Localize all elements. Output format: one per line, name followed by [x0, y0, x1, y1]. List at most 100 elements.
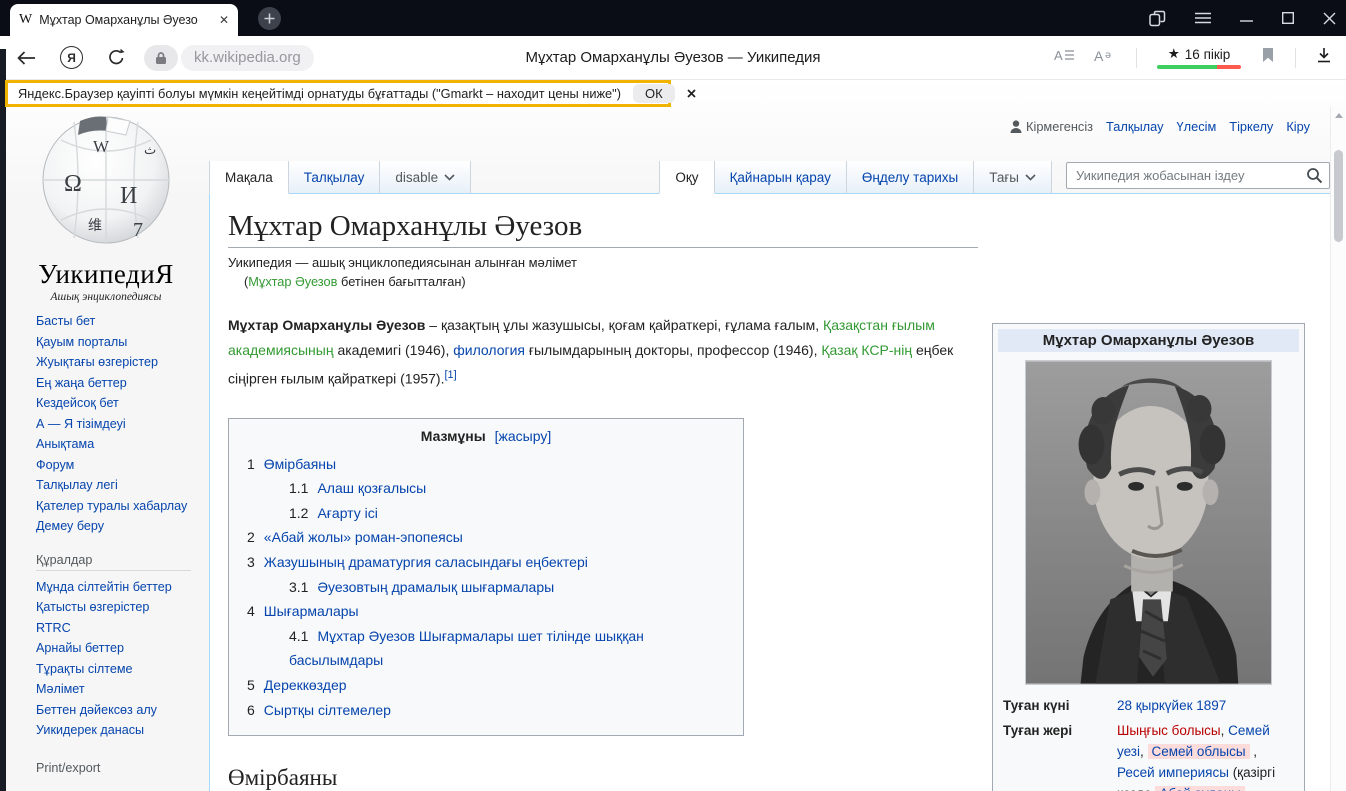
- section-heading: Өмірбаяны: [228, 765, 978, 791]
- close-window-icon[interactable]: [1323, 12, 1336, 25]
- tab-read[interactable]: Оқу: [659, 161, 714, 194]
- sidebar-nav-item: Форум: [36, 455, 204, 476]
- toc-item[interactable]: 2«Абай жолы» роман-эпопеясы: [247, 525, 725, 550]
- tab-history[interactable]: Өңделу тарихы: [847, 161, 974, 193]
- svg-text:A: A: [1094, 48, 1104, 64]
- menu-icon[interactable]: [1195, 12, 1211, 24]
- minimize-icon[interactable]: [1240, 12, 1253, 25]
- redirect-note: (Мұхтар Әуезов бетінен бағытталған): [228, 274, 978, 289]
- reader-mode-icon[interactable]: A: [1054, 47, 1074, 68]
- sidebar-tools-item: Беттен дәйексөз алу: [36, 700, 204, 721]
- sidebar: Басты бетҚауым порталыЖуықтағы өзгерісте…: [36, 311, 204, 784]
- sidebar-nav-item: Ең жаңа беттер: [36, 373, 204, 394]
- rating-count: 16 пікір: [1185, 47, 1231, 62]
- sidebar-tools-item: RTRC: [36, 618, 204, 639]
- toc-item[interactable]: 5Дереккөздер: [247, 673, 725, 698]
- sidebar-tools-list: Мұнда сілтейтін беттерҚатысты өзгерістер…: [36, 577, 204, 741]
- infobox-row-label: Туған жері: [1003, 720, 1107, 791]
- search-icon[interactable]: [1306, 167, 1323, 189]
- back-icon[interactable]: [16, 50, 36, 66]
- rating-bar: [1157, 65, 1241, 69]
- svg-text:ث: ث: [144, 142, 156, 157]
- maximize-icon[interactable]: [1282, 12, 1294, 24]
- scrollbar-up-icon[interactable]: [1331, 107, 1346, 124]
- sidebar-tools-item: Мұнда сілтейтін беттер: [36, 577, 204, 598]
- downloads-icon[interactable]: [1316, 47, 1332, 69]
- sidebar-nav-item: Қателер туралы хабарлау: [36, 496, 204, 517]
- refresh-icon[interactable]: [107, 48, 126, 67]
- infobox-row-value: Шыңғыс болысы, Семей уезі, Семей облысы …: [1117, 720, 1294, 791]
- chevron-down-icon: [1025, 174, 1036, 181]
- browser-tab-title: Мұхтар Омарханұлы Әуезо: [39, 13, 212, 27]
- search-input[interactable]: [1066, 162, 1330, 189]
- notification-text: Яндекс.Браузер қауіпті болуы мүмкін кеңе…: [18, 86, 621, 101]
- personal-nav-link[interactable]: Тіркелу: [1229, 119, 1273, 134]
- toc-item[interactable]: 1Өмірбаяны: [247, 452, 725, 477]
- sidebar-tools-item: Тұрақты сілтеме: [36, 659, 204, 680]
- sidebar-nav-item: Басты бет: [36, 311, 204, 332]
- sidebar-nav-item: А — Я тізімдеуі: [36, 414, 204, 435]
- site-subtitle: Уикипедия — ашық энциклопедиясынан алынғ…: [228, 255, 978, 270]
- article-title: Мұхтар Омарханұлы Әуезов: [228, 209, 978, 248]
- sidebar-nav-list: Басты бетҚауым порталыЖуықтағы өзгерісте…: [36, 311, 204, 537]
- scrollbar-thumb[interactable]: [1334, 150, 1343, 242]
- logo-tagline: Ашық энциклопедиясы: [28, 291, 184, 303]
- page-title-center: Мұхтар Омарханұлы Әуезов — Уикипедия: [525, 49, 820, 66]
- tab-more-menu[interactable]: Тағы: [974, 161, 1052, 193]
- tab-close-icon[interactable]: ✕: [219, 14, 229, 26]
- address-bar[interactable]: kk.wikipedia.org: [181, 45, 314, 71]
- article-tabs-row: Мақала Талқылау disable Оқу Қайнарын қар…: [209, 161, 1330, 194]
- personal-nav: Кірмегенсіз Талқылау Үлесім Тіркелу Кіру: [1010, 119, 1310, 134]
- portrait-photo[interactable]: [1025, 360, 1272, 685]
- personal-nav-links: Талқылау Үлесім Тіркелу Кіру: [1106, 119, 1310, 134]
- personal-nav-link[interactable]: Үлесім: [1177, 119, 1217, 134]
- sidebar-print-heading: Print/export: [36, 761, 191, 778]
- wikipedia-logo[interactable]: W Ω И 7 维 ث УикипедиЯ Ашық энциклопедияс…: [28, 108, 184, 303]
- toc-item[interactable]: 1.1Алаш қозғалысы: [247, 476, 725, 501]
- notification-ok-button[interactable]: ОК: [633, 84, 675, 103]
- tab-talk[interactable]: Талқылау: [289, 161, 381, 193]
- wikipedia-page: Кірмегенсіз Талқылау Үлесім Тіркелу Кіру W …: [0, 80, 1346, 791]
- tab-article[interactable]: Мақала: [209, 161, 289, 194]
- browser-tab[interactable]: W Мұхтар Омарханұлы Әуезо ✕: [10, 4, 238, 36]
- toc-item[interactable]: 4Шығармалары: [247, 599, 725, 624]
- new-tab-button[interactable]: [258, 7, 281, 30]
- yandex-icon[interactable]: Я: [60, 46, 83, 69]
- secure-badge[interactable]: [144, 45, 178, 71]
- toc-item[interactable]: 6Сыртқы сілтемелер: [247, 698, 725, 723]
- user-status: Кірмегенсіз: [1010, 119, 1093, 134]
- content-area: Мұхтар Омарханұлы Әуезов Уикипедия — ашы…: [209, 193, 1330, 791]
- side-panels-icon[interactable]: [1149, 10, 1166, 27]
- toc-item[interactable]: 3Жазушының драматургия саласындағы еңбек…: [247, 550, 725, 575]
- svg-text:W: W: [93, 137, 110, 156]
- toc-title: Мазмұны: [421, 428, 486, 444]
- toolbar-divider: [1295, 48, 1296, 68]
- sidebar-tools-item: Арнайы беттер: [36, 638, 204, 659]
- personal-nav-link[interactable]: Кіру: [1286, 119, 1310, 134]
- sidebar-tools-item: Уикидерек данасы: [36, 720, 204, 741]
- toc-list: 1Өмірбаяны 1.1Алаш қозғалысы 1.2Ағарту і…: [247, 452, 725, 723]
- browser-tab-bar: W Мұхтар Омарханұлы Әуезо ✕: [0, 0, 1346, 36]
- chevron-down-icon: [444, 174, 455, 181]
- lock-icon: [155, 51, 167, 65]
- infobox-row: Туған жері Шыңғыс болысы, Семей уезі, Се…: [1003, 720, 1294, 791]
- notification-close-icon[interactable]: [687, 85, 696, 103]
- toc-item[interactable]: 4.1Мұхтар Әуезов Шығармалары шет тілінде…: [247, 624, 725, 673]
- tab-disable-menu[interactable]: disable: [380, 161, 471, 193]
- svg-text:7: 7: [133, 219, 143, 241]
- svg-text:维: 维: [88, 218, 102, 234]
- personal-nav-link[interactable]: Талқылау: [1106, 119, 1163, 134]
- toc-hide-link[interactable]: [жасыру]: [495, 428, 552, 444]
- tab-view-source[interactable]: Қайнарын қарау: [715, 161, 847, 193]
- sidebar-tools-heading: Құралдар: [36, 553, 191, 571]
- svg-text:ә: ә: [1105, 50, 1111, 61]
- page-scrollbar[interactable]: [1330, 107, 1346, 791]
- infobox-row-value: 28 қыркүйек 1897: [1117, 695, 1294, 716]
- bookmark-icon[interactable]: [1261, 47, 1275, 68]
- translate-icon[interactable]: Aә: [1094, 47, 1116, 69]
- toc-item[interactable]: 1.2Ағарту ісі: [247, 501, 725, 526]
- lead-paragraph: Мұхтар Омарханұлы Әуезов – қазақтың ұлы …: [228, 313, 978, 392]
- site-rating[interactable]: ★16 пікір: [1157, 46, 1241, 69]
- sidebar-nav-item: Демеу беру: [36, 516, 204, 537]
- toc-item[interactable]: 3.1Әуезовтың драмалық шығармалары: [247, 575, 725, 600]
